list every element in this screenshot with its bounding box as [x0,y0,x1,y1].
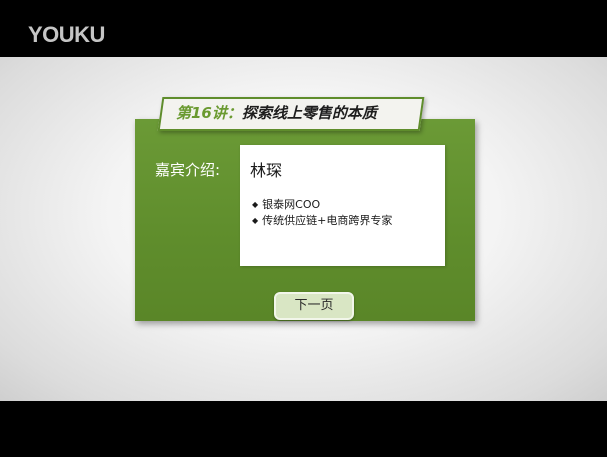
slide-stage: 第16讲：探索线上零售的本质 嘉宾介绍: 林琛 ◆ 银泰网COO ◆ 传统供应链+电… [0,57,607,401]
bio-line: 传统供应链+电商跨界专家 [262,214,393,227]
youku-logo: YOUKU [28,22,105,47]
list-item: ◆ 银泰网COO [252,197,392,213]
title-separator: ： [226,104,242,122]
guest-bio-list: ◆ 银泰网COO ◆ 传统供应链+电商跨界专家 [252,197,392,229]
bio-line: 银泰网COO [262,198,321,211]
bottom-letterbox-bar [0,401,607,457]
lecture-topic: 探索线上零售的本质 [241,104,377,122]
diamond-bullet-icon: ◆ [252,200,259,209]
lecture-number: 第16讲 [176,104,227,122]
guest-name: 林琛 [250,161,283,180]
guest-intro-label: 嘉宾介绍: [155,161,221,179]
video-player-frame: YOUKU 第16讲：探索线上零售的本质 嘉宾介绍: 林琛 ◆ 银泰网COO ◆ 传… [0,0,607,457]
lecture-title: 第16讲：探索线上零售的本质 [176,101,416,125]
diamond-bullet-icon: ◆ [252,216,259,225]
top-letterbox-bar: YOUKU [0,0,607,57]
list-item: ◆ 传统供应链+电商跨界专家 [252,213,392,229]
next-page-button[interactable]: 下一页 [274,292,354,320]
